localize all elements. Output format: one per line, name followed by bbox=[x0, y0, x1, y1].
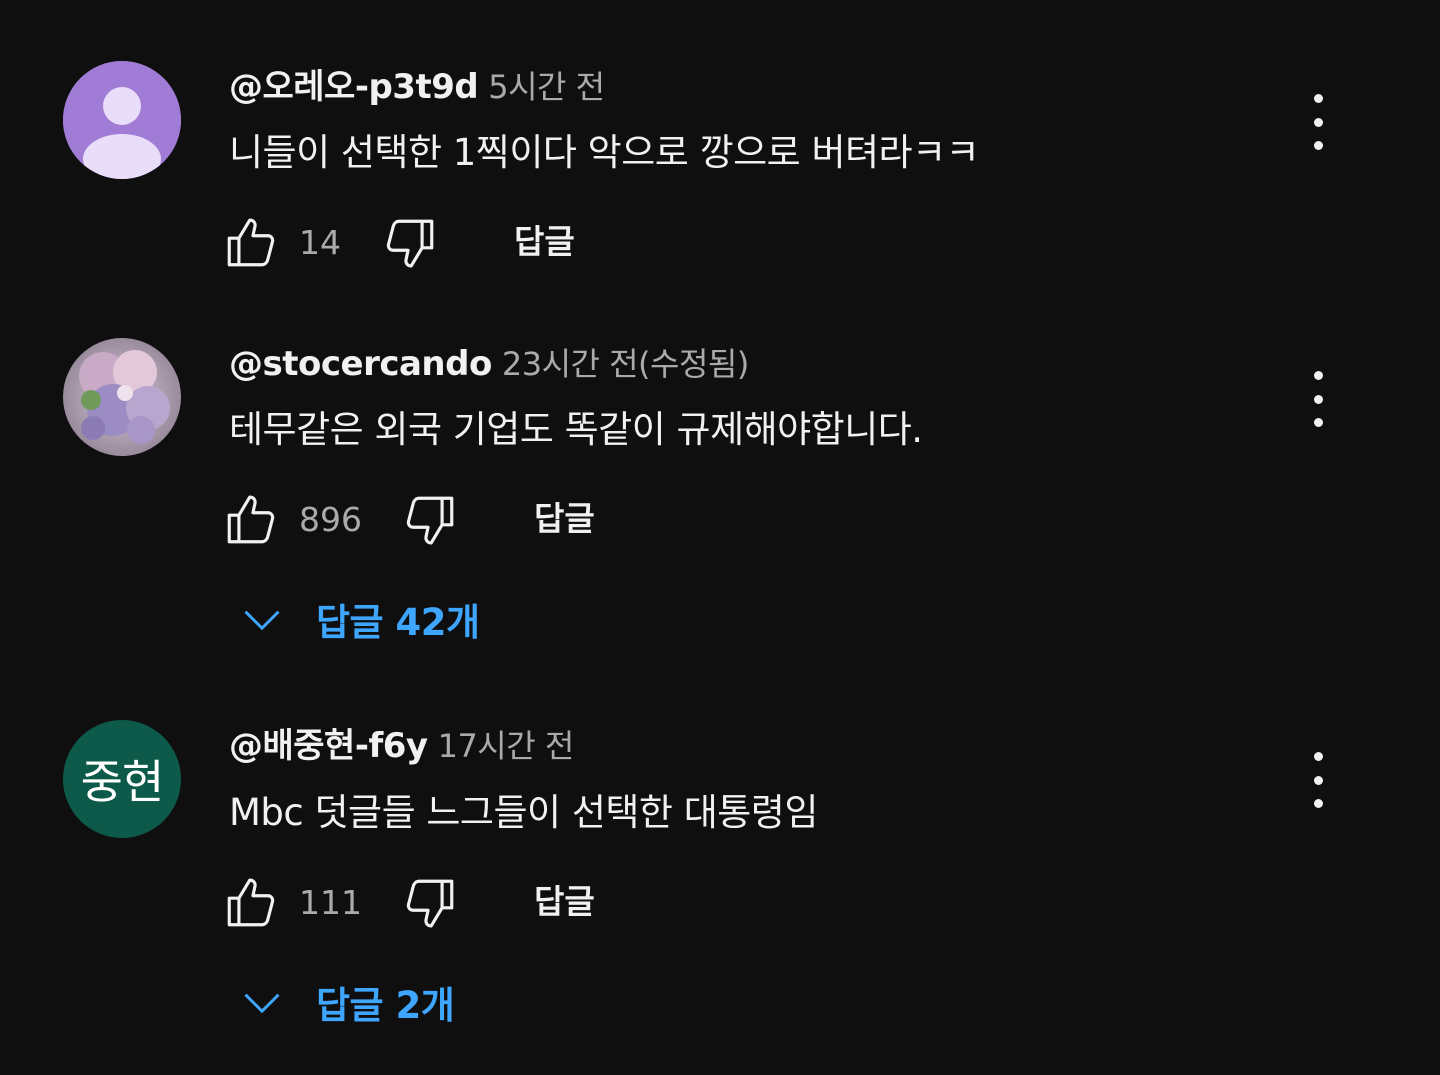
more-vert-icon-dot bbox=[1313, 775, 1323, 785]
like-count: 896 bbox=[299, 500, 362, 539]
like-count: 111 bbox=[299, 883, 362, 922]
more-vert-icon bbox=[1313, 752, 1323, 761]
chevron-down-icon bbox=[244, 610, 280, 631]
like-count: 14 bbox=[299, 223, 341, 262]
show-replies-button[interactable]: 답글 42개 bbox=[240, 594, 480, 644]
replies-count-label: 답글 42개 bbox=[316, 601, 480, 644]
thumb-down-icon bbox=[386, 219, 434, 268]
reply-button[interactable]: 답글 bbox=[534, 882, 595, 922]
comment-time: 5시간 전 bbox=[488, 68, 605, 106]
more-vert-icon bbox=[1313, 371, 1323, 380]
dislike-button[interactable] bbox=[401, 874, 459, 932]
comment-header: @배중현-f6y 17시간 전 bbox=[229, 726, 574, 772]
replies-count-label: 답글 2개 bbox=[316, 984, 455, 1027]
more-vert-icon-dot bbox=[1313, 141, 1323, 150]
comment-author[interactable]: @배중현-f6y bbox=[229, 726, 428, 766]
dislike-button[interactable] bbox=[381, 214, 439, 272]
more-options-button[interactable] bbox=[1296, 752, 1340, 808]
chevron-down-icon bbox=[244, 993, 280, 1014]
thumb-up-icon bbox=[227, 878, 275, 927]
default-person-icon bbox=[63, 61, 181, 179]
flower-photo-image bbox=[63, 338, 181, 456]
comment-header: @오레오-p3t9d 5시간 전 bbox=[229, 67, 605, 113]
thumb-down-icon bbox=[406, 879, 454, 928]
dislike-button[interactable] bbox=[401, 491, 459, 549]
reply-button[interactable]: 답글 bbox=[534, 499, 595, 539]
more-vert-icon-dot bbox=[1313, 799, 1323, 808]
thumb-up-icon bbox=[227, 218, 275, 267]
comment-author[interactable]: @오레오-p3t9d bbox=[229, 67, 479, 107]
avatar[interactable] bbox=[63, 338, 181, 456]
more-vert-icon-dot bbox=[1313, 418, 1323, 427]
avatar-initials: 중현 bbox=[80, 755, 165, 809]
thumb-up-icon bbox=[227, 495, 275, 544]
comment-text: 테무같은 외국 기업도 똑같이 규제해야합니다. bbox=[229, 408, 923, 451]
more-vert-icon bbox=[1313, 94, 1323, 103]
like-button[interactable] bbox=[222, 214, 280, 272]
comment-text: 니들이 선택한 1찍이다 악으로 깡으로 버텨라ㅋㅋ bbox=[229, 131, 980, 174]
comment-author[interactable]: @stocercando bbox=[229, 344, 492, 384]
comment-time: 17시간 전 bbox=[437, 727, 575, 765]
comment-time: 23시간 전(수정됨) bbox=[501, 345, 750, 383]
comment-text: Mbc 덧글들 느그들이 선택한 대통령임 bbox=[229, 791, 818, 834]
more-options-button[interactable] bbox=[1296, 94, 1340, 150]
avatar[interactable] bbox=[63, 61, 181, 179]
more-vert-icon-dot bbox=[1313, 394, 1323, 404]
like-button[interactable] bbox=[222, 874, 280, 932]
more-options-button[interactable] bbox=[1296, 371, 1340, 427]
avatar[interactable]: 중현 bbox=[63, 720, 181, 838]
more-vert-icon-dot bbox=[1313, 117, 1323, 127]
comment-header: @stocercando 23시간 전(수정됨) bbox=[229, 344, 749, 390]
reply-button[interactable]: 답글 bbox=[514, 222, 575, 262]
like-button[interactable] bbox=[222, 491, 280, 549]
thumb-down-icon bbox=[406, 496, 454, 545]
show-replies-button[interactable]: 답글 2개 bbox=[240, 977, 455, 1027]
